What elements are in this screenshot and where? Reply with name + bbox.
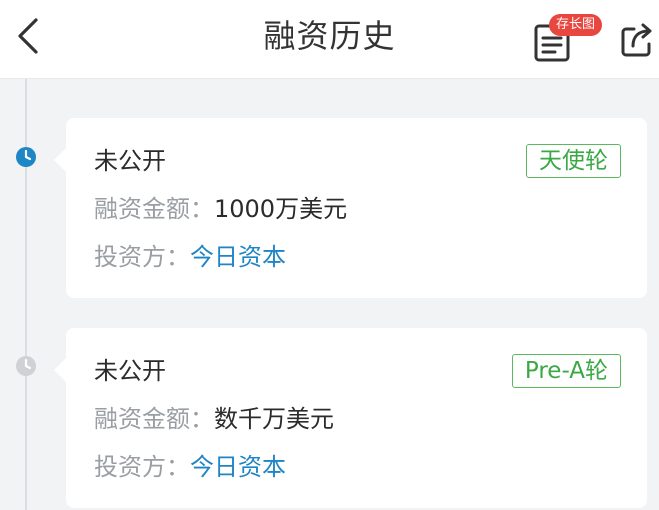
funding-history-page: 融资历史 存长图 未公开 天使轮 融资金额：1000万美元 投资方：今日资本 未… bbox=[0, 0, 659, 510]
amount-label: 融资金额： bbox=[94, 405, 214, 433]
investor-label: 投资方： bbox=[94, 453, 190, 481]
amount-value: 数千万美元 bbox=[214, 405, 334, 433]
save-long-image-button[interactable]: 存长图 bbox=[533, 14, 605, 64]
investor-row: 投资方：今日资本 bbox=[94, 242, 286, 272]
clock-icon bbox=[16, 356, 36, 376]
funding-round-card[interactable]: 未公开 天使轮 融资金额：1000万美元 投资方：今日资本 bbox=[54, 118, 647, 298]
top-nav-bar: 融资历史 存长图 bbox=[0, 0, 659, 79]
round-tag: 天使轮 bbox=[526, 144, 621, 178]
company-name: 未公开 bbox=[94, 357, 166, 385]
timeline-dot-active bbox=[15, 146, 37, 168]
investor-label: 投资方： bbox=[94, 243, 190, 271]
company-name: 未公开 bbox=[94, 147, 166, 175]
investor-link[interactable]: 今日资本 bbox=[190, 243, 286, 271]
amount-row: 融资金额：数千万美元 bbox=[94, 404, 334, 434]
save-long-image-badge: 存长图 bbox=[549, 14, 603, 36]
investor-row: 投资方：今日资本 bbox=[94, 452, 286, 482]
clock-icon bbox=[16, 147, 36, 167]
investor-link[interactable]: 今日资本 bbox=[190, 453, 286, 481]
amount-row: 融资金额：1000万美元 bbox=[94, 194, 347, 224]
share-button[interactable] bbox=[620, 22, 654, 58]
round-tag: Pre-A轮 bbox=[511, 354, 621, 388]
funding-round-card[interactable]: 未公开 Pre-A轮 融资金额：数千万美元 投资方：今日资本 bbox=[54, 328, 647, 508]
amount-value: 1000万美元 bbox=[214, 195, 348, 223]
amount-label: 融资金额： bbox=[94, 195, 214, 223]
timeline-line bbox=[25, 79, 27, 510]
share-icon bbox=[621, 23, 652, 57]
timeline-dot-inactive bbox=[15, 355, 37, 377]
